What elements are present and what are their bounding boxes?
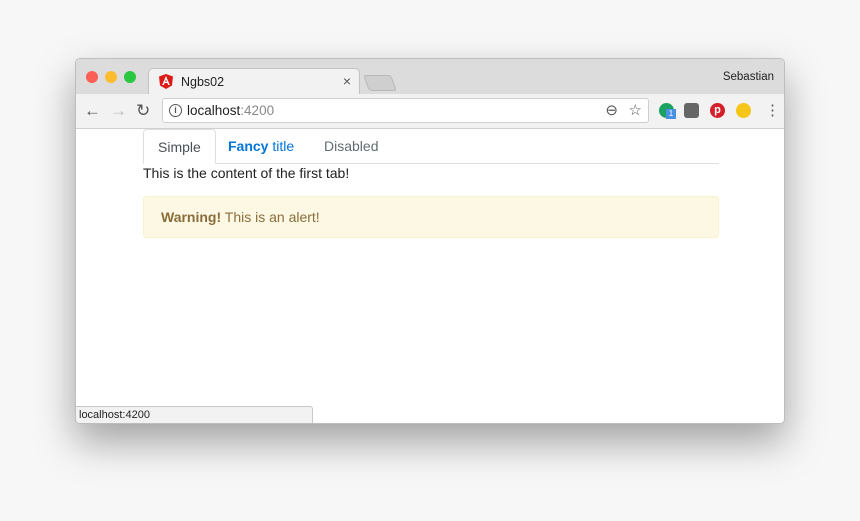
star-icon[interactable]: ☆ — [629, 101, 642, 119]
page-content: Simple Fancy title Disabled This is the … — [76, 129, 784, 423]
address-bar[interactable]: i localhost:4200 ⊖ ☆ — [162, 98, 649, 123]
minimize-window-button[interactable] — [105, 71, 117, 83]
angular-icon — [159, 74, 173, 89]
tab-fancy-title[interactable]: Fancy title — [214, 129, 308, 163]
tab-disabled: Disabled — [324, 138, 379, 154]
menu-dots-icon[interactable]: ⋮ — [765, 101, 780, 119]
browser-toolbar: ← → ↻ i localhost:4200 ⊖ ☆ 1 p ⋮ — [76, 94, 784, 129]
tab-simple[interactable]: Simple — [143, 129, 216, 164]
status-bar: localhost:4200 — [76, 406, 313, 423]
browser-tab[interactable]: Ngbs02 × — [148, 68, 360, 95]
profile-name[interactable]: Sebastian — [723, 71, 774, 83]
info-icon[interactable]: i — [169, 104, 182, 117]
new-tab-button[interactable] — [363, 75, 397, 91]
tab-title: Ngbs02 — [181, 75, 225, 89]
close-window-button[interactable] — [86, 71, 98, 83]
url-text: localhost:4200 — [187, 103, 275, 118]
moon-extension-icon[interactable] — [736, 103, 751, 118]
reload-icon[interactable]: ↻ — [136, 101, 150, 121]
back-arrow-icon[interactable]: ← — [84, 101, 101, 121]
maximize-window-button[interactable] — [124, 71, 136, 83]
pocket-icon[interactable] — [684, 103, 699, 118]
pinterest-icon[interactable]: p — [710, 103, 725, 118]
extension-badge: 1 — [666, 109, 676, 119]
title-bar: Ngbs02 × Sebastian — [76, 59, 784, 95]
tab-content-text: This is the content of the first tab! — [143, 165, 350, 181]
forward-arrow-icon[interactable]: → — [110, 101, 127, 121]
browser-window: Ngbs02 × Sebastian ← → ↻ i localhost:420… — [75, 58, 785, 424]
tab-close-icon[interactable]: × — [343, 73, 351, 89]
nav-tabs: Simple Fancy title Disabled — [143, 129, 719, 164]
extension-green-icon[interactable]: 1 — [659, 103, 676, 119]
zoom-icon[interactable]: ⊖ — [605, 101, 618, 119]
warning-alert: Warning! This is an alert! — [143, 196, 719, 238]
